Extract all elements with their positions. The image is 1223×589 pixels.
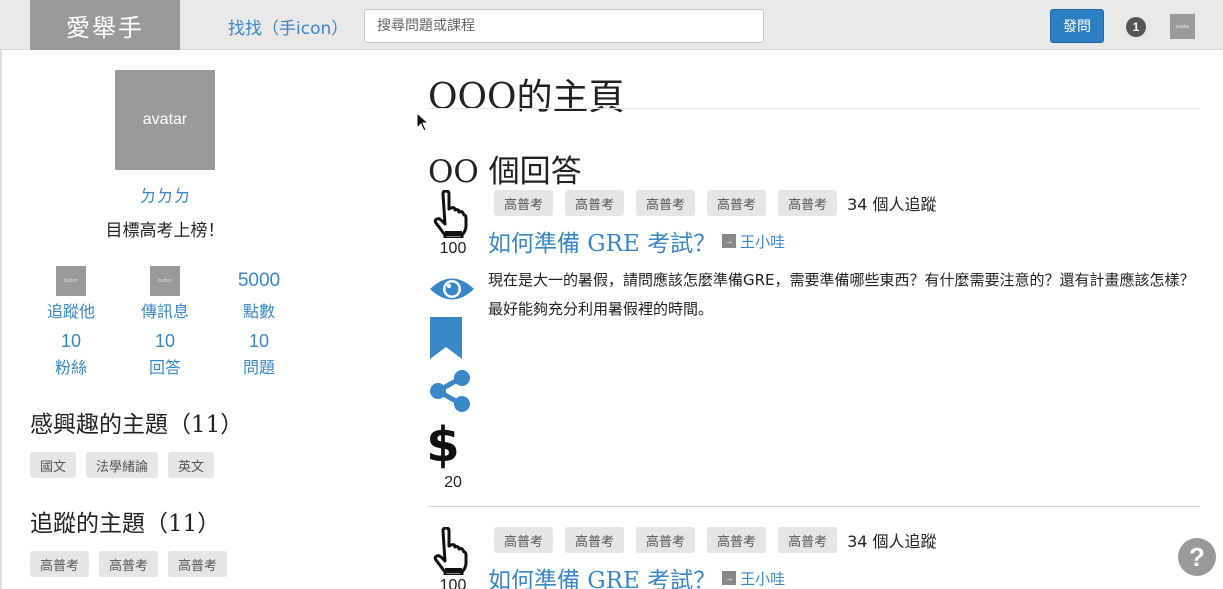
question-tag[interactable]: 高普考 — [494, 190, 554, 216]
question-tag[interactable]: 高普考 — [636, 190, 696, 216]
profile-motto: 目標高考上榜！ — [105, 221, 225, 241]
question-tag[interactable]: 高普考 — [707, 527, 767, 553]
page-title: OOO的主頁 — [428, 77, 625, 118]
answers-count: 10 — [154, 331, 176, 351]
arrow-right-icon: → — [722, 571, 737, 585]
following-tag[interactable]: 高普考 — [30, 551, 90, 577]
question-tags: 高普考 高普考 高普考 高普考 高普考 34 個人追蹤 — [494, 190, 937, 216]
notification-badge[interactable]: 1 — [1126, 17, 1146, 37]
vote-count: 100 — [439, 577, 467, 589]
follow-count: 34 個人追蹤 — [847, 532, 937, 551]
svg-text:$: $ — [428, 417, 458, 469]
question-title-row: 如何準備 GRE 考試？ → 王小哇 — [488, 224, 785, 258]
profile-avatar: avatar — [115, 70, 215, 170]
follow-count: 34 個人追蹤 — [847, 195, 937, 214]
question-title-row: 如何準備 GRE 考試？ → 王小哇 — [488, 561, 785, 589]
question-title[interactable]: 如何準備 GRE 考試？ — [488, 224, 716, 258]
question-tag[interactable]: 高普考 — [778, 190, 838, 216]
answers-label[interactable]: 回答 — [125, 356, 205, 380]
follow-button[interactable]: 追蹤他 — [31, 300, 111, 324]
following-tags: 高普考 高普考 高普考 — [30, 551, 228, 577]
brand-logo[interactable]: 愛舉手 — [30, 0, 180, 50]
sidebar-edge — [0, 50, 3, 589]
fans-count: 10 — [60, 331, 82, 351]
message-button[interactable]: 傳訊息 — [125, 300, 205, 324]
message-column: button 傳訊息 10 回答 — [125, 266, 205, 380]
interest-tags: 國文 法學緒論 英文 — [30, 452, 215, 478]
vote-count: 100 — [439, 240, 467, 257]
questions-count: 10 — [248, 331, 270, 351]
interest-tag[interactable]: 法學緒論 — [86, 452, 159, 478]
search-input[interactable] — [364, 9, 764, 43]
answer-actions: $ 20 — [426, 266, 478, 492]
profile-name[interactable]: ㄉㄉㄉ — [115, 182, 215, 207]
interest-tag[interactable]: 英文 — [168, 452, 215, 478]
question-tags: 高普考 高普考 高普考 高普考 高普考 34 個人追蹤 — [494, 527, 937, 553]
bounty-amount: 20 — [444, 474, 462, 491]
following-tag[interactable]: 高普考 — [99, 551, 159, 577]
following-tag[interactable]: 高普考 — [168, 551, 228, 577]
divider — [428, 506, 1200, 507]
message-icon[interactable]: button — [150, 266, 180, 296]
points-label: 點數 — [242, 302, 275, 321]
answers-heading: OO 個回答 — [428, 154, 582, 190]
bookmark-icon[interactable] — [428, 317, 478, 364]
share-icon[interactable] — [428, 370, 478, 417]
question-tag[interactable]: 高普考 — [778, 527, 838, 553]
navbar: 愛舉手 找找（手icon） 發問 1 avatar — [0, 0, 1223, 50]
fans-label[interactable]: 粉絲 — [31, 356, 111, 380]
question-body: 現在是大一的暑假，請問應該怎麼準備GRE，需要準備哪些東西？有什麼需要注意的？還… — [488, 271, 1195, 318]
follow-column: button 追蹤他 10 粉絲 — [31, 266, 111, 380]
question-title[interactable]: 如何準備 GRE 考試？ — [488, 561, 716, 589]
ask-question-button[interactable]: 發問 — [1050, 9, 1104, 43]
vote-column: 100 — [428, 190, 478, 258]
question-tag[interactable]: 高普考 — [565, 527, 625, 553]
follow-icon[interactable]: button — [56, 266, 86, 296]
interest-tag[interactable]: 國文 — [30, 452, 77, 478]
hand-pointer-icon[interactable] — [428, 190, 478, 238]
question-tag[interactable]: 高普考 — [707, 190, 767, 216]
question-tag[interactable]: 高普考 — [494, 527, 554, 553]
vote-column: 100 — [428, 527, 478, 589]
dollar-icon[interactable]: $ — [426, 417, 478, 474]
eye-icon[interactable] — [428, 274, 478, 309]
author-link[interactable]: 王小哇 — [740, 231, 785, 252]
find-link[interactable]: 找找（手icon） — [228, 14, 348, 39]
interests-heading: 感興趣的主題（11） — [30, 412, 244, 438]
user-avatar[interactable]: avatar — [1170, 14, 1195, 39]
help-button[interactable]: ? — [1178, 538, 1216, 576]
following-heading: 追蹤的主題（11） — [30, 511, 221, 537]
divider — [428, 108, 1200, 109]
question-tag[interactable]: 高普考 — [636, 527, 696, 553]
questions-label[interactable]: 問題 — [219, 356, 299, 380]
author-link[interactable]: 王小哇 — [740, 568, 785, 589]
mouse-cursor-icon — [416, 112, 430, 132]
points-value: 5000 — [237, 270, 281, 291]
points-column: 5000 點數 10 問題 — [219, 266, 299, 380]
hand-pointer-icon[interactable] — [428, 527, 478, 575]
arrow-right-icon: → — [722, 234, 737, 248]
question-tag[interactable]: 高普考 — [565, 190, 625, 216]
